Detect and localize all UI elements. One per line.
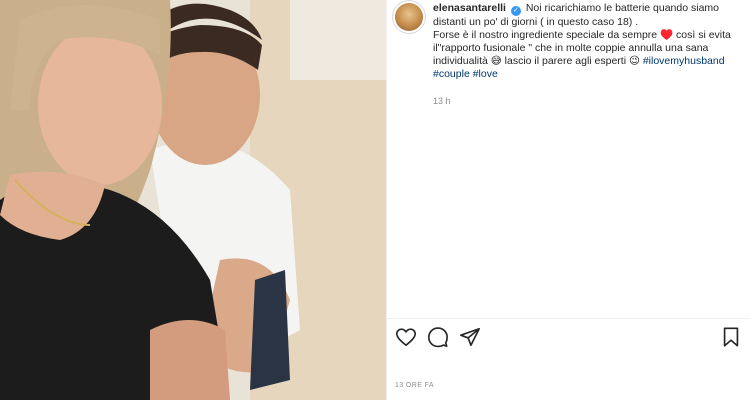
username-link[interactable]: elenasantarelli	[433, 2, 506, 14]
action-bar	[395, 326, 742, 350]
hashtag-ilovemyhusband[interactable]: #ilovemyhusband	[643, 55, 725, 67]
instagram-post: elenasantarelli ✓ Noi ricarichiamo le ba…	[0, 0, 750, 400]
post-timestamp[interactable]: 13 ORE FA	[395, 382, 434, 389]
paper-plane-icon[interactable]	[459, 326, 481, 348]
hashtag-couple[interactable]: #couple	[433, 68, 470, 80]
verified-badge-icon: ✓	[510, 6, 521, 16]
hashtag-love[interactable]: #love	[473, 68, 498, 80]
post-side-panel: elenasantarelli ✓ Noi ricarichiamo le ba…	[386, 0, 750, 400]
caption: elenasantarelli ✓ Noi ricarichiamo le ba…	[433, 2, 738, 81]
divider	[387, 318, 750, 319]
caption-time[interactable]: 13 h	[433, 96, 451, 106]
heart-icon[interactable]	[395, 326, 417, 348]
post-photo[interactable]	[0, 0, 386, 400]
avatar[interactable]	[395, 3, 423, 31]
bookmark-icon[interactable]	[720, 326, 742, 348]
comment-icon[interactable]	[427, 326, 449, 348]
couple-selfie-image	[0, 0, 386, 400]
caption-row: elenasantarelli ✓ Noi ricarichiamo le ba…	[395, 2, 745, 81]
